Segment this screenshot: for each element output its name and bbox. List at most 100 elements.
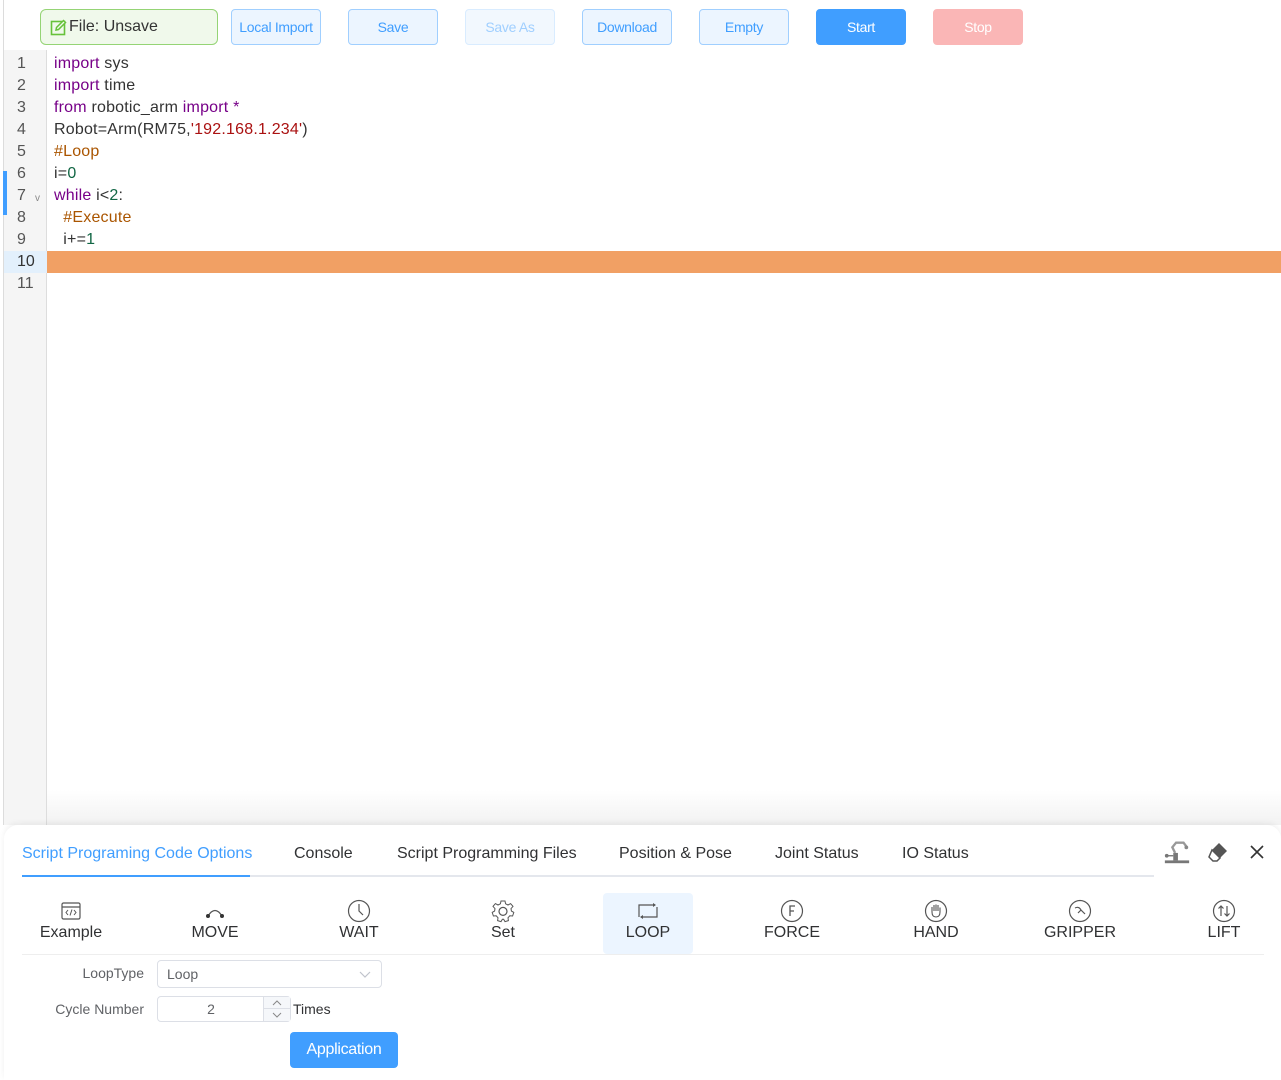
code-line[interactable]: 1 import sys — [4, 53, 1281, 75]
code-line[interactable]: 7 v while i<2: — [4, 185, 1281, 207]
code-line[interactable]: 8 #Execute — [4, 207, 1281, 229]
tab-script-programming-files[interactable]: Script Programming Files — [397, 845, 577, 863]
hand-icon — [924, 899, 948, 923]
code-token: i+= — [54, 231, 87, 248]
line-number: 8 — [17, 209, 26, 226]
line-number: 1 — [17, 55, 26, 72]
option-force[interactable]: FORCE — [747, 893, 837, 954]
line-number: 3 — [17, 99, 26, 116]
code-editor[interactable]: 1 import sys 2 import time 3 from robotic_arm… — [3, 50, 1281, 825]
file-status: Unsave — [103, 18, 158, 35]
option-example[interactable]: Example — [26, 893, 116, 954]
code-line[interactable]: 10 — [4, 251, 1281, 273]
loop-type-select[interactable]: Loop — [157, 960, 382, 988]
code-token: import — [54, 77, 100, 94]
edit-icon — [50, 18, 67, 36]
file-status-badge: File: Unsave — [40, 9, 218, 45]
code-line[interactable]: 11 — [4, 273, 1281, 295]
code-text: i+=1 — [54, 229, 95, 251]
stop-button[interactable]: Stop — [933, 9, 1023, 45]
option-lift[interactable]: LIFT — [1179, 893, 1269, 954]
cycle-number-value[interactable]: 2 — [158, 997, 264, 1021]
code-token: import — [182, 99, 229, 116]
download-button[interactable]: Download — [582, 9, 672, 45]
loop-icon — [638, 903, 658, 919]
toolbar: File: Unsave Local Import Save Save As D… — [0, 0, 1281, 50]
close-icon[interactable] — [1247, 839, 1267, 865]
cycle-number-input[interactable]: 2 — [157, 996, 291, 1022]
line-number: 10 — [4, 251, 47, 273]
code-line[interactable]: 5 #Loop — [4, 141, 1281, 163]
decrement-button[interactable] — [264, 1009, 290, 1021]
code-text: import time — [54, 75, 135, 97]
loop-type-value: Loop — [167, 966, 199, 982]
option-label: HAND — [913, 924, 959, 941]
code-token: 0 — [67, 165, 77, 182]
option-loop[interactable]: LOOP — [603, 893, 693, 954]
start-button[interactable]: Start — [816, 9, 906, 45]
chevron-down-icon — [272, 1012, 282, 1018]
save-as-button[interactable]: Save As — [465, 9, 555, 45]
increment-button[interactable] — [264, 997, 290, 1009]
code-line[interactable]: 6 i=0 — [4, 163, 1281, 185]
option-label: LIFT — [1207, 924, 1241, 941]
option-label: Set — [490, 924, 515, 941]
tab-script-programing-code-options[interactable]: Script Programing Code Options — [22, 845, 252, 863]
lift-icon — [1212, 899, 1236, 923]
tab-position-pose[interactable]: Position & Pose — [619, 845, 732, 863]
line-number: 9 — [17, 231, 26, 248]
option-gripper[interactable]: GRIPPER — [1035, 893, 1125, 954]
robot-arm-icon[interactable] — [1163, 839, 1191, 865]
option-wait[interactable]: WAIT — [314, 893, 404, 954]
loop-type-label: LoopType — [82, 965, 145, 981]
code-token: import — [54, 55, 100, 72]
cycle-unit: Times — [293, 1001, 331, 1017]
local-import-button[interactable]: Local Import — [231, 9, 321, 45]
cycle-number-stepper — [263, 997, 290, 1021]
code-line[interactable]: 3 from robotic_arm import * — [4, 97, 1281, 119]
code-token: : — [118, 187, 124, 204]
eraser-icon[interactable] — [1205, 839, 1233, 865]
empty-button[interactable]: Empty — [699, 9, 789, 45]
code-token: #Loop — [54, 143, 100, 160]
code-token: i< — [91, 187, 110, 204]
code-text: #Execute — [54, 207, 132, 229]
tab-console[interactable]: Console — [294, 845, 353, 863]
tab-io-status[interactable]: IO Status — [902, 845, 969, 863]
code-window-icon — [61, 902, 81, 920]
line-number: 11 — [17, 275, 34, 292]
code-token: 2 — [109, 187, 119, 204]
option-move[interactable]: MOVE — [170, 893, 260, 954]
file-label: File: — [69, 18, 100, 35]
clock-icon — [347, 899, 371, 923]
bottom-panel: Script Programing Code Options Console S… — [4, 825, 1281, 1080]
panel-tabs: Script Programing Code Options Console S… — [22, 825, 1154, 877]
code-text: #Loop — [54, 141, 100, 163]
code-text: Robot=Arm(RM75,'192.168.1.234') — [54, 119, 308, 141]
code-token: from — [54, 99, 87, 116]
tab-joint-status[interactable]: Joint Status — [775, 845, 859, 863]
code-token: i= — [54, 165, 68, 182]
code-text: import sys — [54, 53, 129, 75]
panel-header-actions — [1163, 839, 1267, 865]
code-line[interactable]: 9 i+=1 — [4, 229, 1281, 251]
chevron-up-icon — [272, 999, 282, 1005]
code-token: '192.168.1.234' — [190, 121, 303, 138]
cycle-number-label: Cycle Number — [55, 1001, 144, 1017]
option-set[interactable]: Set — [458, 893, 548, 954]
gear-icon — [491, 900, 515, 923]
code-token: 1 — [86, 231, 96, 248]
code-text: from robotic_arm import * — [54, 97, 240, 119]
gripper-icon — [1068, 899, 1092, 923]
code-line[interactable]: 2 import time — [4, 75, 1281, 97]
option-label: GRIPPER — [1043, 924, 1116, 941]
code-option-bar: Example MOVE WAIT Set LOOP FORCE HAND GR… — [22, 893, 1264, 955]
application-button[interactable]: Application — [290, 1032, 398, 1068]
force-icon — [780, 899, 804, 923]
save-button[interactable]: Save — [348, 9, 438, 45]
option-hand[interactable]: HAND — [891, 893, 981, 954]
line-number: 4 — [17, 121, 26, 138]
code-line[interactable]: 4 Robot=Arm(RM75,'192.168.1.234') — [4, 119, 1281, 141]
code-text: i=0 — [54, 163, 76, 185]
code-token: robotic_arm — [86, 99, 183, 116]
